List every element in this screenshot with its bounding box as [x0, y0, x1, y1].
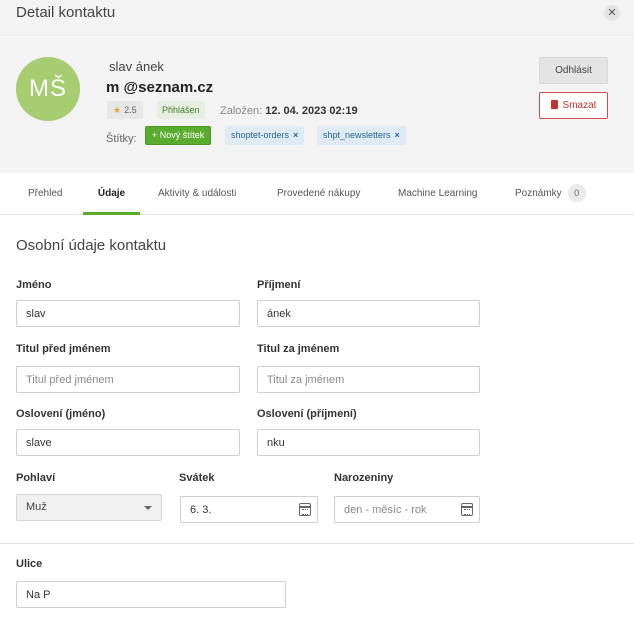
calendar-icon[interactable]	[299, 503, 311, 516]
chevron-down-icon	[144, 506, 152, 510]
created-label: Založen:	[220, 105, 263, 117]
rating-badge: ★ 2.5	[107, 101, 143, 119]
street-input[interactable]	[16, 581, 286, 608]
delete-label: Smazat	[562, 100, 597, 111]
tag-shpt-newsletters: shpt_newsletters ×	[317, 126, 406, 145]
title-before-label: Titul před jménem	[16, 343, 111, 355]
contact-profile-header: MŠ slav ánek m @seznam.cz ★ 2.5 Přihlášen…	[0, 37, 634, 173]
tab-bar: Přehled Údaje Aktivity & události Proved…	[0, 173, 634, 215]
created-value: 12. 04. 2023 02:19	[265, 105, 358, 117]
remove-tag-icon[interactable]: ×	[293, 130, 298, 140]
modal-title: Detail kontaktu	[16, 4, 116, 21]
created-info: Založen: 12. 04. 2023 02:19	[220, 105, 358, 117]
last-name-input[interactable]	[257, 300, 480, 327]
contact-email: m @seznam.cz	[106, 79, 214, 96]
calendar-icon[interactable]	[461, 503, 473, 516]
tag-label: shoptet-orders	[231, 130, 290, 140]
birthday-label: Narozeniny	[334, 472, 394, 484]
remove-tag-icon[interactable]: ×	[395, 130, 400, 140]
delete-button[interactable]: Smazat	[539, 92, 608, 119]
section-title: Osobní údaje kontaktu	[16, 237, 167, 254]
tag-label: shpt_newsletters	[323, 130, 391, 140]
logout-button[interactable]: Odhlásit	[539, 57, 608, 84]
star-icon: ★	[113, 105, 122, 115]
title-after-input[interactable]	[257, 366, 480, 393]
tab-activities[interactable]: Aktivity & události	[158, 173, 236, 215]
tab-notes[interactable]: Poznámky 0	[515, 173, 586, 215]
birthday-input[interactable]	[334, 496, 480, 523]
new-tag-button[interactable]: + Nový štítek	[145, 126, 212, 145]
modal-header: Detail kontaktu ✕	[0, 0, 634, 36]
salutation-first-input[interactable]	[16, 429, 240, 456]
title-before-input[interactable]	[16, 366, 240, 393]
notes-count-badge: 0	[567, 184, 586, 202]
name-day-input[interactable]	[180, 496, 318, 523]
status-badge: Přihlášen	[157, 101, 205, 119]
gender-select[interactable]: Muž	[16, 494, 162, 521]
tab-overview[interactable]: Přehled	[28, 173, 62, 215]
rating-value: 2.5	[124, 105, 137, 115]
street-label: Ulice	[16, 558, 43, 570]
name-day-label: Svátek	[179, 472, 215, 484]
gender-label: Pohlaví	[16, 472, 56, 484]
tags-label: Štítky:	[106, 133, 137, 145]
last-name-label: Příjmení	[257, 279, 301, 291]
trash-icon	[550, 100, 558, 109]
title-after-label: Titul za jménem	[257, 343, 340, 355]
section-divider	[0, 543, 634, 544]
tab-purchases[interactable]: Provedené nákupy	[277, 173, 360, 215]
contact-name: slav ánek	[109, 59, 164, 74]
avatar: MŠ	[16, 57, 80, 121]
salutation-first-label: Oslovení (jméno)	[16, 408, 106, 420]
first-name-input[interactable]	[16, 300, 240, 327]
salutation-last-label: Oslovení (příjmení)	[257, 408, 357, 420]
tab-notes-label: Poznámky	[515, 188, 562, 199]
gender-value: Muž	[26, 501, 47, 513]
salutation-last-input[interactable]	[257, 429, 480, 456]
tab-machine-learning[interactable]: Machine Learning	[398, 173, 478, 215]
tab-details[interactable]: Údaje	[83, 173, 140, 215]
tag-shoptet-orders: shoptet-orders ×	[225, 126, 305, 145]
close-icon[interactable]: ✕	[604, 5, 620, 21]
first-name-label: Jméno	[16, 279, 52, 291]
